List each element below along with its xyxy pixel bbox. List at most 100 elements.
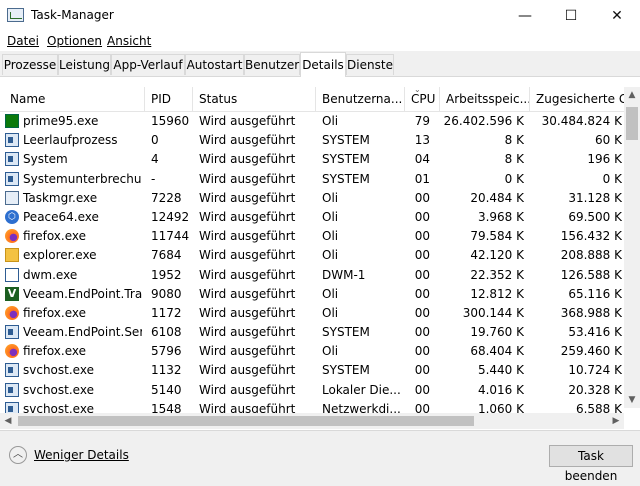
cell-cpu: 00 (414, 190, 430, 205)
menu-bar: Datei Optionen Ansicht (0, 31, 640, 51)
process-icon (5, 382, 19, 397)
cell-commit-size: 65.116 K (568, 286, 622, 301)
cell-pid: 15960 (151, 114, 190, 128)
cell-pid: 7228 (151, 190, 182, 205)
tab-prozesse[interactable]: Prozesse (2, 54, 58, 75)
tab-autostart[interactable]: Autostart (185, 54, 244, 75)
table-row[interactable]: Taskmgr.exe 7228 Wird ausgeführt Oli 00 20.48… (0, 189, 624, 208)
vertical-scroll-thumb[interactable] (626, 107, 638, 140)
dwm-icon (5, 267, 19, 282)
tab-leistung[interactable]: Leistung (58, 54, 111, 75)
table-row[interactable]: System 4 Wird ausgeführt SYSTEM 04 8 K 196 K (0, 150, 624, 169)
cell-memory: 300.144 K (462, 305, 524, 320)
cell-commit-size: 10.724 K (568, 363, 622, 378)
table-row[interactable]: dwm.exe 1952 Wird ausgeführt DWM-1 00 22.352 … (0, 266, 624, 285)
tab-benutzer[interactable]: Benutzer (244, 54, 300, 75)
cell-name: dwm.exe (4, 266, 142, 285)
window-title: Task-Manager (31, 8, 114, 22)
table-row[interactable]: Systemunterbrechun...- Wird ausgeführt SYS… (0, 170, 624, 189)
cell-commit-size: 0 K (602, 171, 622, 186)
cell-commit-size: 259.460 K (560, 344, 622, 359)
title-bar: Task-Manager — ☐ ✕ (0, 0, 640, 31)
table-row[interactable]: V Veeam.EndPoint.Tray... 9080 Wird ausgefüh… (0, 285, 624, 304)
column-header: Name PID Status Benutzerna... CPU Arbeit… (0, 85, 624, 112)
process-icon (5, 325, 19, 340)
table-row[interactable]: svchost.exe 1132 Wird ausgeführt SYSTEM 00 5.… (0, 361, 624, 380)
cell-user: Oli (322, 114, 339, 128)
menu-ansicht[interactable]: Ansicht (107, 34, 151, 48)
table-row[interactable]: svchost.exe 5140 Wird ausgeführt Lokaler Di… (0, 381, 624, 400)
column-name[interactable]: Name (4, 87, 145, 111)
tab-app-verlauf[interactable]: App-Verlauf (111, 54, 185, 75)
column-arbeitsspeicher[interactable]: Arbeitsspeic... (440, 87, 530, 111)
vertical-scrollbar[interactable]: ▲ ▼ (624, 87, 640, 408)
cell-cpu: 00 (414, 344, 430, 359)
close-button[interactable]: ✕ (594, 0, 640, 31)
cell-cpu: 04 (414, 152, 430, 167)
horizontal-scroll-thumb[interactable] (18, 416, 474, 426)
scroll-right-icon[interactable]: ▶ (608, 413, 624, 429)
scroll-left-icon[interactable]: ◀ (0, 413, 16, 429)
scroll-up-icon[interactable]: ▲ (624, 87, 640, 103)
cell-commit-size: 69.500 K (568, 209, 622, 224)
table-row[interactable]: firefox.exe 1172 Wird ausgeführt Oli 00 300.1… (0, 304, 624, 323)
process-name: firefox.exe (23, 229, 87, 244)
end-task-button[interactable]: Task beenden (549, 445, 633, 483)
cell-name: Leerlaufprozess (4, 131, 142, 150)
cell-pid: 1172 (151, 305, 182, 320)
cell-name: V Veeam.EndPoint.Tray... (4, 285, 142, 304)
process-name: firefox.exe (23, 305, 87, 320)
table-row[interactable]: explorer.exe 7684 Wird ausgeführt Oli 00 42.1… (0, 246, 624, 265)
process-icon (5, 133, 19, 148)
column-cpu[interactable]: CPU (405, 87, 440, 111)
cell-memory: 8 K (504, 133, 524, 148)
peace-icon: ⬡ (5, 209, 19, 224)
taskmgr-icon (5, 190, 19, 205)
process-name: Veeam.EndPoint.Tray... (23, 286, 142, 301)
cell-user: SYSTEM (322, 171, 370, 186)
column-pid[interactable]: PID (145, 87, 193, 111)
cell-cpu: 13 (414, 133, 430, 148)
chevron-up-icon: ︿ (9, 446, 27, 464)
menu-datei[interactable]: Datei (7, 34, 39, 48)
table-row[interactable]: Leerlaufprozess 0 Wird ausgeführt SYSTEM 13 8… (0, 131, 624, 150)
cell-name: ⬡ Peace64.exe (4, 208, 142, 227)
table-row[interactable]: firefox.exe 11744 Wird ausgeführt Oli 00 79.5… (0, 227, 624, 246)
cell-name: svchost.exe (4, 381, 142, 400)
cell-commit-size: 31.128 K (568, 190, 622, 205)
cell-pid: 4 (151, 152, 159, 167)
menu-optionen[interactable]: Optionen (47, 34, 102, 48)
cell-memory: 79.584 K (470, 229, 524, 244)
cell-commit-size: 368.988 K (560, 305, 622, 320)
cell-memory: 19.760 K (470, 325, 524, 340)
minimize-button[interactable]: — (502, 0, 548, 31)
cell-memory: 26.402.596 K (443, 114, 524, 128)
fewer-details-label: Weniger Details (34, 448, 129, 462)
maximize-button[interactable]: ☐ (548, 0, 594, 31)
cell-user: SYSTEM (322, 152, 370, 167)
column-status[interactable]: Status (193, 87, 316, 111)
horizontal-scrollbar[interactable]: ◀ ▶ (0, 413, 624, 429)
table-row[interactable]: ⬡ Peace64.exe 12492 Wird ausgeführt Oli 00 3.9… (0, 208, 624, 227)
cell-status: Wird ausgeführt (199, 133, 296, 148)
cell-memory: 22.352 K (470, 267, 524, 282)
cell-name: Veeam.EndPoint.Servi... (4, 323, 142, 342)
column-benutzername[interactable]: Benutzerna... (316, 87, 405, 111)
cell-name: System (4, 150, 142, 169)
cell-user: Oli (322, 190, 339, 205)
table-row[interactable]: Veeam.EndPoint.Servi... 6108 Wird ausgefüh… (0, 323, 624, 342)
firefox-icon (5, 229, 19, 244)
tab-details[interactable]: Details (300, 52, 346, 77)
column-zugesicherte-groesse[interactable]: Zugesicherte G... (530, 87, 624, 111)
process-name: svchost.exe (23, 382, 94, 397)
table-row[interactable]: firefox.exe 5796 Wird ausgeführt Oli 00 68.40… (0, 342, 624, 361)
table-row[interactable]: prime95.exe 15960 Wird ausgeführt Oli 79 26.4… (0, 112, 624, 131)
cell-pid: 6108 (151, 325, 182, 340)
process-name: svchost.exe (23, 363, 94, 378)
scroll-down-icon[interactable]: ▼ (624, 392, 640, 408)
process-name: Taskmgr.exe (23, 190, 98, 205)
cell-status: Wird ausgeführt (199, 382, 296, 397)
cell-memory: 42.120 K (470, 248, 524, 263)
tab-bar: Prozesse Leistung App-Verlauf Autostart … (0, 52, 640, 77)
tab-dienste[interactable]: Dienste (346, 54, 394, 75)
